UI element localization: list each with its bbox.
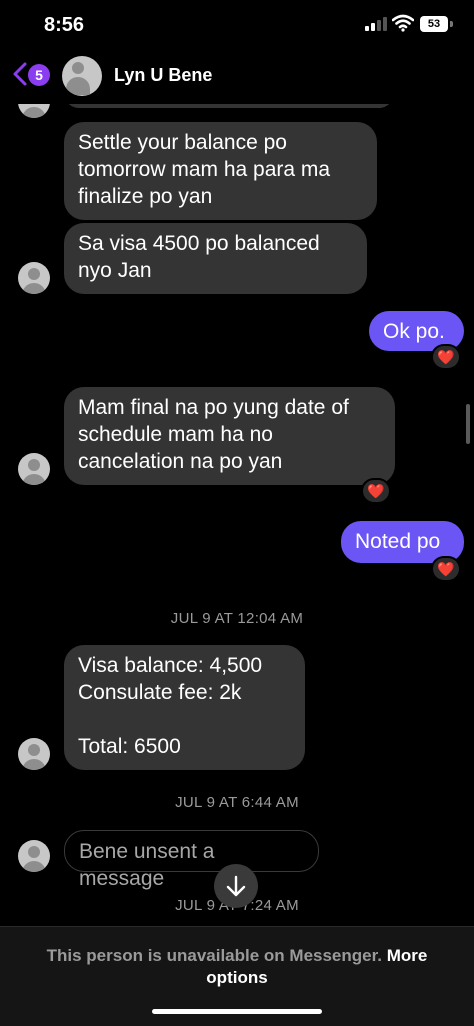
signal-icon [365, 17, 387, 31]
unavailable-notice: This person is unavailable on Messenger.… [20, 945, 454, 989]
sender-avatar [18, 453, 50, 485]
heart-reaction-icon[interactable]: ❤️ [431, 344, 461, 370]
composer-unavailable-footer: This person is unavailable on Messenger.… [0, 926, 474, 1026]
message-bubble-received[interactable]: Visa balance: 4,500 Consulate fee: 2k To… [64, 645, 305, 770]
message-bubble-received[interactable]: Mam final na po yung date of schedule ma… [64, 387, 395, 485]
heart-reaction-icon[interactable]: ❤️ [361, 478, 391, 504]
sender-avatar [18, 104, 50, 118]
unread-count-badge[interactable]: 5 [28, 64, 50, 86]
sender-avatar [18, 262, 50, 294]
message-bubble-partial[interactable] [64, 104, 394, 108]
timestamp: JUL 9 AT 12:04 AM [170, 610, 304, 627]
battery-icon: 53 [420, 16, 448, 32]
home-indicator [152, 1009, 322, 1014]
battery-tip [450, 21, 453, 27]
unavailable-text: This person is unavailable on Messenger. [46, 946, 383, 965]
sender-avatar [18, 738, 50, 770]
chat-header: 5 Lyn U Bene [0, 48, 474, 104]
heart-reaction-icon[interactable]: ❤️ [431, 556, 461, 582]
scrollbar[interactable] [466, 404, 470, 444]
message-thread[interactable]: Settle your balance po tomorrow mam ha p… [0, 104, 474, 926]
arrow-down-icon [226, 875, 246, 897]
timestamp: JUL 9 AT 6:44 AM [175, 794, 299, 811]
scroll-to-bottom-button[interactable] [214, 864, 258, 908]
back-chevron-icon[interactable] [10, 60, 30, 88]
wifi-icon [392, 14, 414, 32]
sender-avatar [18, 840, 50, 872]
contact-name[interactable]: Lyn U Bene [114, 65, 212, 86]
contact-avatar[interactable] [62, 56, 102, 96]
unsent-message-notice: Bene unsent a message [64, 830, 319, 890]
status-bar: 8:56 53 [0, 0, 474, 48]
status-time: 8:56 [44, 14, 85, 36]
message-bubble-received[interactable]: Sa visa 4500 po balanced nyo Jan [64, 223, 367, 294]
message-bubble-received[interactable]: Settle your balance po tomorrow mam ha p… [64, 122, 377, 220]
